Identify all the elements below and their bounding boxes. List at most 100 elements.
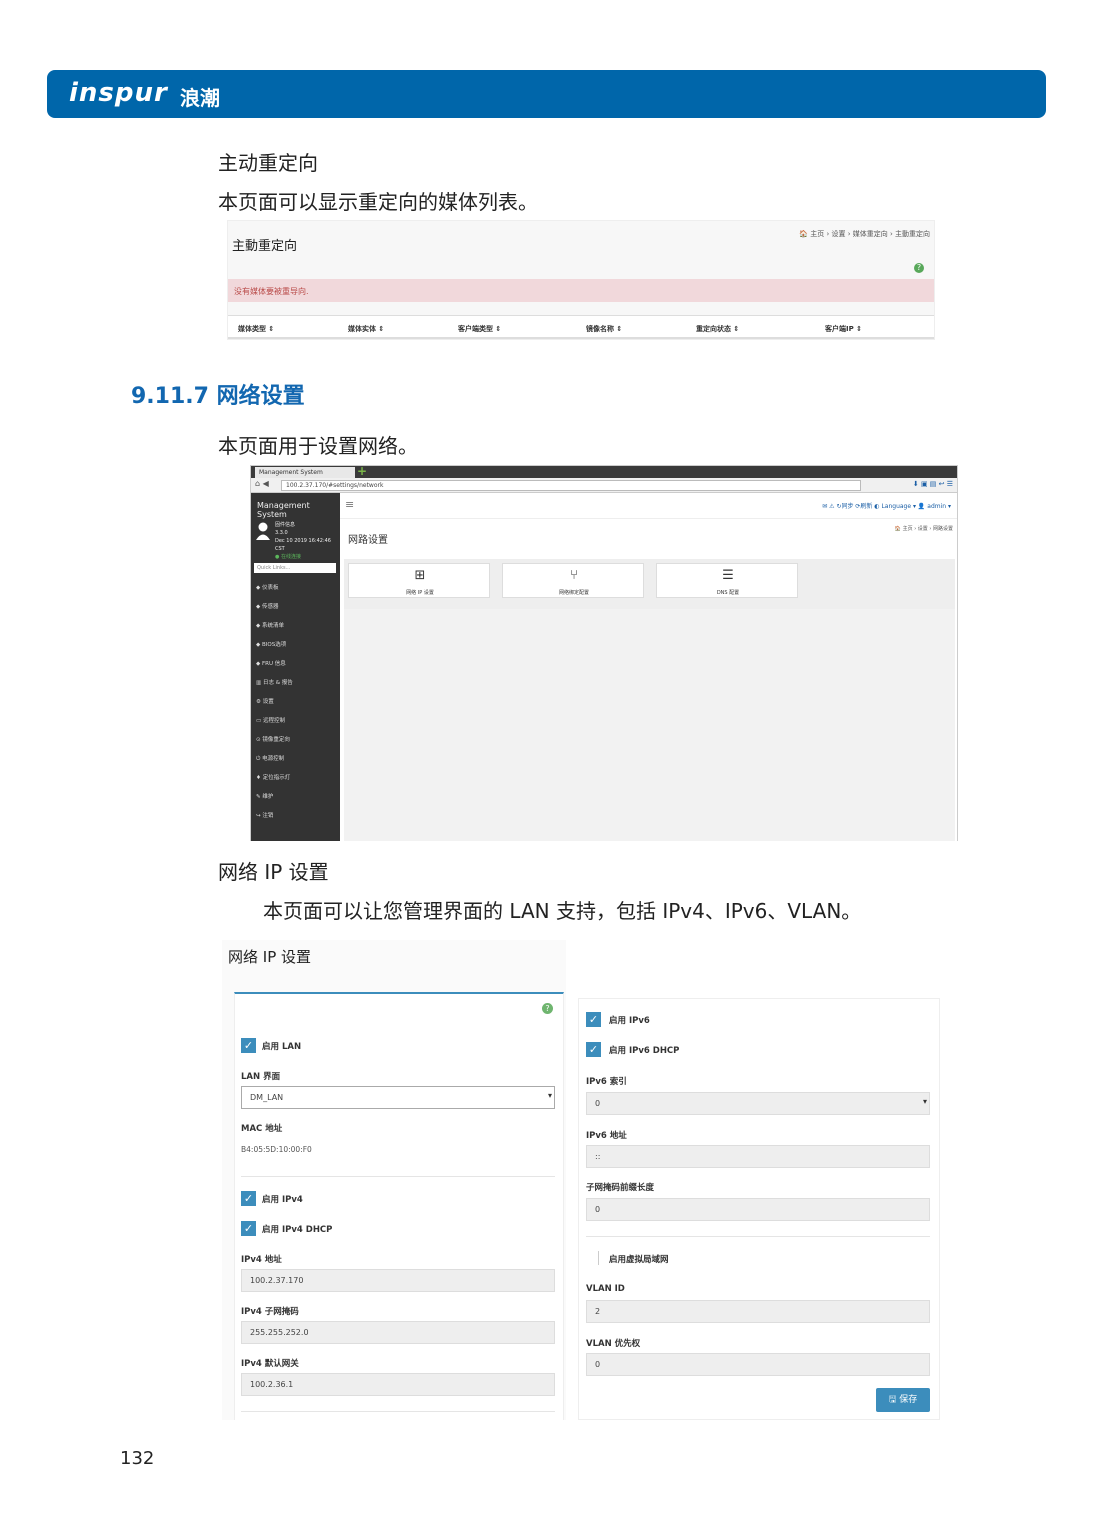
settings-tiles: ⊞ 网络 IP 设置 ⑂ 网络绑定配置 ☰ DNS 配置 (344, 559, 955, 609)
column-header[interactable]: 客户端类型 ⇕ (458, 324, 501, 334)
column-header[interactable]: 镜像名称 ⇕ (586, 324, 622, 334)
vlan-priority-label: VLAN 优先权 (586, 1339, 641, 1349)
divider (241, 1411, 555, 1412)
header-banner: inspur 浪潮 (47, 70, 1046, 118)
lan-iface-value: DM_LAN (250, 1093, 284, 1102)
ipv6-index-label: IPv6 索引 (586, 1077, 627, 1087)
inspur-logo: inspur (69, 78, 168, 108)
ipv6-index-select[interactable]: 0 ▾ (586, 1092, 930, 1115)
server-icon: ☰ (722, 568, 734, 583)
address-bar: ⌂ ◀ 100.2.37.170/#settings/network ⬇ ▣ ▤… (251, 478, 957, 493)
lan-iface-select[interactable]: DM_LAN ▾ (241, 1086, 555, 1109)
top-right-actions[interactable]: ✉ ⚠ ↻同步 ⟳刷新 ◐ Language ▾ 👤 admin ▾ (822, 501, 951, 510)
sidebar-item-maintenance[interactable]: ✎ 维护 (256, 792, 273, 800)
column-header[interactable]: 媒体实体 ⇕ (348, 324, 384, 334)
ipv4-addr-label: IPv4 地址 (241, 1255, 282, 1265)
enable-ipv4-checkbox[interactable]: ✓ (241, 1191, 256, 1206)
fork-icon: ⑂ (570, 568, 578, 583)
sidebar-item-locate[interactable]: ♦ 定位指示灯 (256, 773, 290, 781)
column-header[interactable]: 客户端IP ⇕ (825, 324, 862, 334)
browser-tab[interactable]: Management System (255, 467, 355, 478)
ipv4-addr-field[interactable]: 100.2.37.170 (241, 1269, 555, 1292)
mac-label: MAC 地址 (241, 1124, 283, 1134)
content-body (344, 609, 955, 841)
vlan-id-field[interactable]: 2 (586, 1300, 930, 1323)
help-icon[interactable]: ? (542, 1003, 553, 1014)
tile-label: DNS 配置 (716, 590, 740, 596)
ip-settings-left-panel (234, 992, 564, 1420)
sidebar-item-bios[interactable]: ◆ BIOS选项 (256, 640, 286, 648)
enable-vlan-label: 启用虚拟局域网 (609, 1255, 669, 1265)
sidebar-item-settings[interactable]: ⚙ 设置 (256, 697, 274, 705)
ip-section-heading: 网络 IP 设置 (218, 860, 329, 884)
breadcrumb[interactable]: 🏠 主页 › 设置 › 网路设置 (895, 525, 953, 532)
enable-ipv4-label: 启用 IPv4 (262, 1195, 303, 1205)
browser-tab-bar: Management System + (251, 464, 957, 478)
sidebar-item-media[interactable]: ⊙ 镜像重定向 (256, 735, 290, 743)
media-table-header: 媒体类型 ⇕ 媒体实体 ⇕ 客户端类型 ⇕ 镜像名称 ⇕ 重定向状态 ⇕ 客户端… (228, 315, 934, 339)
tile-network-bond[interactable]: ⑂ 网络绑定配置 (502, 563, 644, 598)
firmware-version: 3.3.0 (275, 530, 288, 536)
column-header[interactable]: 媒体类型 ⇕ (238, 324, 274, 334)
page-title: 主動重定向 (232, 239, 298, 254)
breadcrumb[interactable]: 🏠 主页 › 设置 › 媒体重定向 › 主動重定向 (799, 229, 930, 239)
sidebar-item-label: 系统清单 (261, 623, 284, 629)
ipv4-mask-field[interactable]: 255.255.252.0 (241, 1321, 555, 1344)
page-number: 132 (120, 1448, 155, 1469)
save-button[interactable]: 🖫 保存 (876, 1388, 930, 1412)
top-navbar: ≡ ✉ ⚠ ↻同步 ⟳刷新 ◐ Language ▾ 👤 admin ▾ (340, 493, 957, 519)
sidebar-item-dashboard[interactable]: ◆ 仪表板 (256, 583, 279, 591)
sidebar-item-power[interactable]: ⏻ 电源控制 (256, 754, 284, 763)
no-media-alert: 没有媒体要被重导向. (228, 279, 934, 302)
column-header[interactable]: 重定向状态 ⇕ (696, 324, 739, 334)
sidebar-item-fru[interactable]: ◆ FRU 信息 (256, 659, 286, 667)
enable-ipv6-checkbox[interactable]: ✓ (586, 1012, 601, 1027)
enable-ipv4-dhcp-checkbox[interactable]: ✓ (241, 1221, 256, 1236)
menu-icon[interactable]: ≡ (345, 498, 354, 511)
quick-links-select[interactable]: Quick Links... (254, 563, 336, 573)
sitemap-icon: ⊞ (414, 568, 426, 583)
sidebar-item-label: 注销 (262, 813, 274, 819)
prefix-field[interactable]: 0 (586, 1198, 930, 1221)
sidebar-item-label: 维护 (262, 794, 274, 800)
chevron-down-icon: ▾ (547, 1091, 552, 1100)
ipv4-gw-field[interactable]: 100.2.36.1 (241, 1373, 555, 1396)
tile-network-ip[interactable]: ⊞ 网络 IP 设置 (348, 563, 490, 598)
sidebar-item-label: 传感器 (261, 604, 279, 610)
ip-section-desc: 本页面可以让您管理界面的 LAN 支持，包括 IPv4、IPv6、VLAN。 (263, 899, 862, 923)
ipv6-addr-field[interactable]: :: (586, 1145, 930, 1168)
tile-label: 网络绑定配置 (558, 590, 589, 596)
help-icon[interactable]: ? (914, 263, 924, 273)
sidebar-item-logout[interactable]: ↪ 注销 (256, 811, 273, 819)
back-icon[interactable]: ⌂ ◀ (255, 479, 269, 488)
download-icon[interactable]: ⬇ ▣ ▤ ↩ ☰ (913, 480, 953, 488)
sidebar-item-label: FRU 信息 (261, 661, 286, 667)
user-info: 固件信息 3.3.0 Dec 10 2019 16:42:46 CST ● 在线… (275, 521, 340, 561)
sidebar-item-remote[interactable]: ▭ 远程控制 (256, 716, 285, 724)
prefix-label: 子网掩码前缀长度 (586, 1183, 655, 1193)
enable-ipv6-dhcp-checkbox[interactable]: ✓ (586, 1042, 601, 1057)
tile-label: 网络 IP 设置 (406, 590, 434, 596)
enable-ipv6-label: 启用 IPv6 (609, 1016, 650, 1026)
ipv4-mask-label: IPv4 子网掩码 (241, 1307, 299, 1317)
divider (241, 1176, 555, 1177)
sidebar-item-label: 仪表板 (261, 585, 279, 591)
sidebar-item-logs[interactable]: ▥ 日志 & 报告 (256, 678, 293, 686)
enable-ipv4-dhcp-label: 启用 IPv4 DHCP (262, 1225, 333, 1235)
active-redirect-screenshot: 主動重定向 🏠 主页 › 设置 › 媒体重定向 › 主動重定向 ? 没有媒体要被… (227, 220, 935, 340)
vlan-priority-field[interactable]: 0 (586, 1353, 930, 1376)
sidebar-item-inventory[interactable]: ◆ 系统清单 (256, 621, 284, 629)
new-tab-icon[interactable]: + (357, 464, 367, 478)
sidebar-item-label: BIOS选项 (261, 642, 287, 648)
enable-lan-checkbox[interactable]: ✓ (241, 1038, 256, 1053)
url-input[interactable]: 100.2.37.170/#settings/network (281, 480, 861, 491)
subheading-active-redirect: 主动重定向 (218, 151, 318, 175)
sidebar-item-label: 日志 & 报告 (262, 680, 293, 686)
sidebar-item-label: 电源控制 (262, 756, 285, 762)
ipv6-index-value: 0 (595, 1099, 601, 1108)
tile-dns[interactable]: ☰ DNS 配置 (656, 563, 798, 598)
sidebar-item-label: 设置 (262, 699, 274, 705)
sidebar-item-sensors[interactable]: ◆ 传感器 (256, 602, 279, 610)
sidebar-item-label: 定位指示灯 (262, 775, 291, 781)
sidebar-item-label: 远程控制 (262, 718, 285, 724)
